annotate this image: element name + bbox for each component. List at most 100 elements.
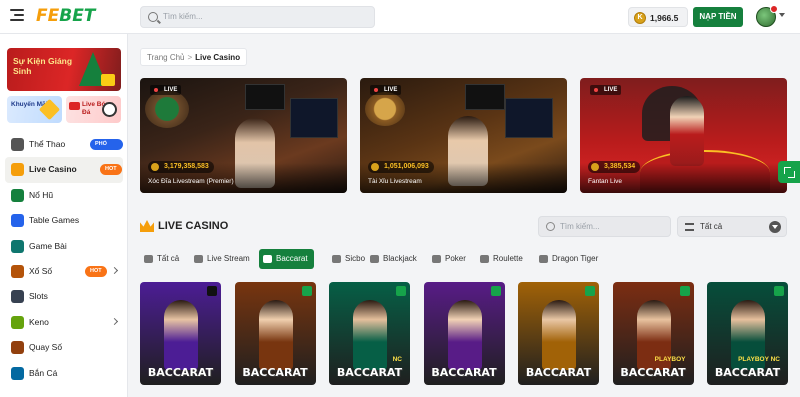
- banner-xoc-dia[interactable]: LIVE 3,179,358,583 Xóc Đĩa Livestream (P…: [140, 78, 347, 193]
- game-card[interactable]: NC BACCARAT: [329, 282, 410, 385]
- banner-title: Tài Xỉu Livestream: [368, 178, 422, 185]
- sidebar-item[interactable]: Bắn Cá: [5, 361, 123, 386]
- stream-screen: [290, 98, 338, 138]
- tab[interactable]: Blackjack: [366, 249, 424, 269]
- chevron-down-icon: [769, 221, 781, 233]
- sidebar-item-label: Live Casino: [29, 164, 77, 175]
- chevron-down-icon[interactable]: [779, 13, 785, 17]
- tab[interactable]: Sicbo: [328, 249, 366, 269]
- tab[interactable]: Dragon Tiger: [535, 249, 609, 269]
- game-card[interactable]: BACCARAT: [140, 282, 221, 385]
- menu-toggle-icon[interactable]: [10, 9, 26, 25]
- live-badge: LIVE: [590, 85, 622, 95]
- blackjack-icon: [370, 255, 379, 263]
- dice-plate-image: [365, 92, 405, 126]
- crown-icon: [11, 163, 24, 177]
- dragon-tiger-icon: [539, 255, 548, 263]
- sidebar-item-label: Slots: [29, 291, 48, 302]
- tab-label: Sicbo: [345, 254, 366, 263]
- avatar[interactable]: [756, 5, 778, 27]
- sidebar-item[interactable]: Thể Thao PHỔ BIẾN: [5, 132, 123, 158]
- promo-big-label: Sự Kiện Giáng Sinh: [13, 56, 73, 76]
- breadcrumb-current: Live Casino: [195, 53, 241, 62]
- tab-label: Baccarat: [276, 254, 308, 263]
- game-card[interactable]: PLAYBOY BACCARAT: [612, 282, 694, 385]
- sidebar-item[interactable]: Table Games: [5, 208, 123, 233]
- game-card[interactable]: BACCARAT: [423, 282, 505, 385]
- sidebar-item[interactable]: Game Bài: [5, 234, 123, 259]
- banner-title: Fantan Live: [588, 178, 622, 185]
- provider-filter-select[interactable]: Tất cả: [677, 216, 787, 237]
- poker-icon: [432, 255, 441, 263]
- jackpot-amount: 1,051,006,093: [368, 161, 434, 173]
- balance-display[interactable]: K 1,966.5: [628, 7, 688, 27]
- sidebar-item-label: Thể Thao: [29, 139, 66, 149]
- search-icon: [148, 12, 158, 22]
- game-card[interactable]: BACCARAT: [518, 282, 599, 385]
- breadcrumb-separator: >: [187, 53, 193, 62]
- category-tabs: Tất cả Live Stream Baccarat Sicbo Blackjack P…: [140, 249, 787, 269]
- provider-icon: [207, 286, 217, 296]
- sidebar-item-label: Keno: [29, 316, 49, 327]
- status-badge: PHỔ BIẾN: [90, 139, 123, 158]
- tab[interactable]: Live Stream: [190, 249, 255, 269]
- tab-label: Dragon Tiger: [552, 254, 599, 263]
- expand-icon[interactable]: [778, 161, 800, 183]
- sidebar-item[interactable]: Xổ Số HOT: [5, 259, 123, 284]
- sidebar-item[interactable]: Keno: [5, 310, 123, 335]
- fish-icon: [11, 366, 24, 380]
- breadcrumb: Trang Chủ > Live Casino: [140, 48, 248, 66]
- football-icon: [102, 102, 117, 117]
- card-title: BACCARAT: [525, 366, 592, 379]
- filter-icon: [685, 223, 694, 231]
- notification-dot: [770, 5, 778, 13]
- global-search-input[interactable]: Tìm kiếm...: [140, 6, 375, 28]
- deposit-button[interactable]: NẠP TIỀN: [693, 7, 743, 27]
- card-subtitle: NC: [392, 356, 402, 363]
- sidebar: Sự Kiện Giáng Sinh Khuyến Mãi Live Bóng …: [0, 34, 128, 397]
- keno-icon: [11, 315, 24, 329]
- tab[interactable]: Baccarat: [259, 249, 314, 269]
- brand-logo[interactable]: FEBET: [36, 6, 95, 26]
- tab[interactable]: Tất cả: [140, 249, 186, 269]
- game-search-placeholder: Tìm kiếm...: [560, 222, 600, 231]
- spin-wheel-icon: [11, 341, 24, 355]
- breadcrumb-home[interactable]: Trang Chủ: [147, 53, 185, 62]
- jackpot-icon: [11, 188, 24, 202]
- table-games-icon: [11, 214, 24, 228]
- sidebar-item[interactable]: Quay Số: [5, 335, 123, 360]
- top-header: FEBET Tìm kiếm... K 1,966.5 NẠP TIỀN: [0, 0, 800, 34]
- tab-label: Live Stream: [207, 254, 250, 263]
- christmas-event-banner[interactable]: Sự Kiện Giáng Sinh: [7, 48, 121, 91]
- provider-icon: [396, 286, 406, 296]
- sidebar-item[interactable]: Slots: [5, 284, 123, 309]
- promotions-banner[interactable]: Khuyến Mãi: [7, 96, 62, 123]
- status-badge: HOT: [100, 164, 122, 176]
- banner-tai-xiu[interactable]: LIVE 1,051,006,093 Tài Xỉu Livestream: [360, 78, 567, 193]
- game-card[interactable]: BACCARAT: [234, 282, 316, 385]
- crown-icon: [140, 220, 154, 232]
- dealer-image: [258, 300, 293, 370]
- provider-icon: [301, 286, 312, 296]
- tab[interactable]: Poker: [428, 249, 473, 269]
- sicbo-icon: [332, 255, 341, 263]
- sidebar-item-label: Game Bài: [29, 240, 67, 251]
- dealer-image: [670, 96, 704, 166]
- status-badge: HOT: [85, 265, 107, 277]
- banner-fantan[interactable]: LIVE 3,385,534 Fantan Live: [580, 78, 787, 193]
- game-search-input[interactable]: Tìm kiếm...: [538, 216, 671, 237]
- game-grid: BACCARAT BACCARAT NC BACCARAT BACCARAT BACCAR…: [140, 282, 800, 385]
- sidebar-item[interactable]: Nổ Hũ: [5, 183, 123, 208]
- baccarat-icon: [263, 255, 272, 263]
- game-card[interactable]: PLAYBOY NC BACCARAT: [707, 282, 788, 385]
- jackpot-amount: 3,385,534: [588, 161, 641, 173]
- live-stream-icon: [194, 255, 203, 263]
- sidebar-item[interactable]: Live Casino HOT: [5, 157, 123, 183]
- card-title: BACCARAT: [431, 366, 497, 379]
- tab[interactable]: Roulette: [476, 249, 528, 269]
- lottery-icon: [11, 264, 24, 278]
- live-football-banner[interactable]: Live Bóng Đá: [66, 96, 121, 123]
- provider-icon: [490, 286, 501, 296]
- tab-label: Tất cả: [157, 254, 180, 263]
- section-title: LIVE CASINO: [158, 220, 229, 232]
